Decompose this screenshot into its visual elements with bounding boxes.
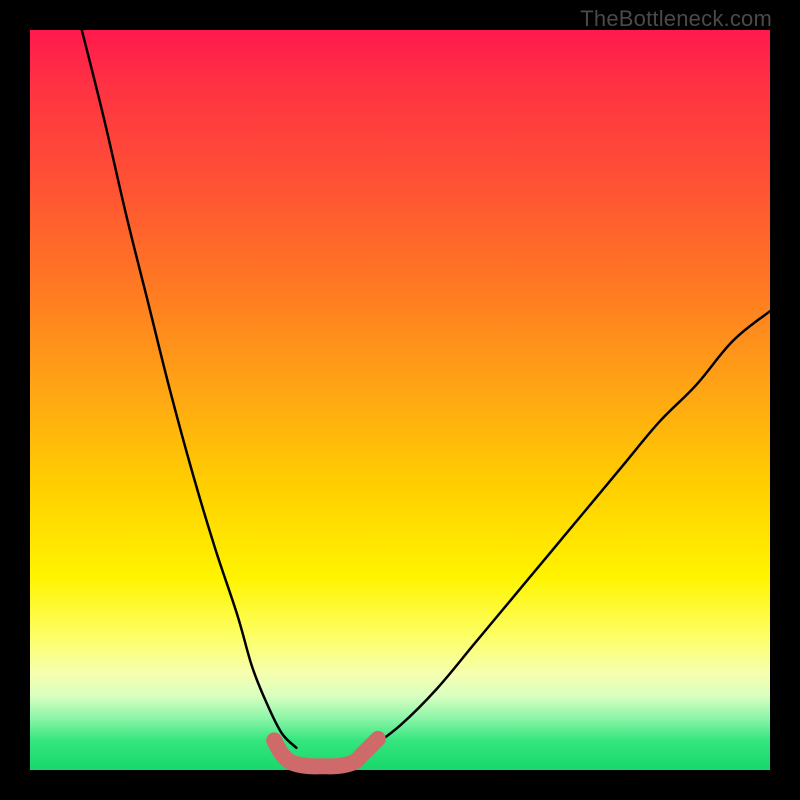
curve-right-arm	[370, 311, 770, 748]
curve-layer	[30, 30, 770, 770]
watermark-text: TheBottleneck.com	[580, 6, 772, 32]
plot-area	[30, 30, 770, 770]
chart-frame: TheBottleneck.com	[0, 0, 800, 800]
curve-left-arm	[82, 30, 297, 748]
